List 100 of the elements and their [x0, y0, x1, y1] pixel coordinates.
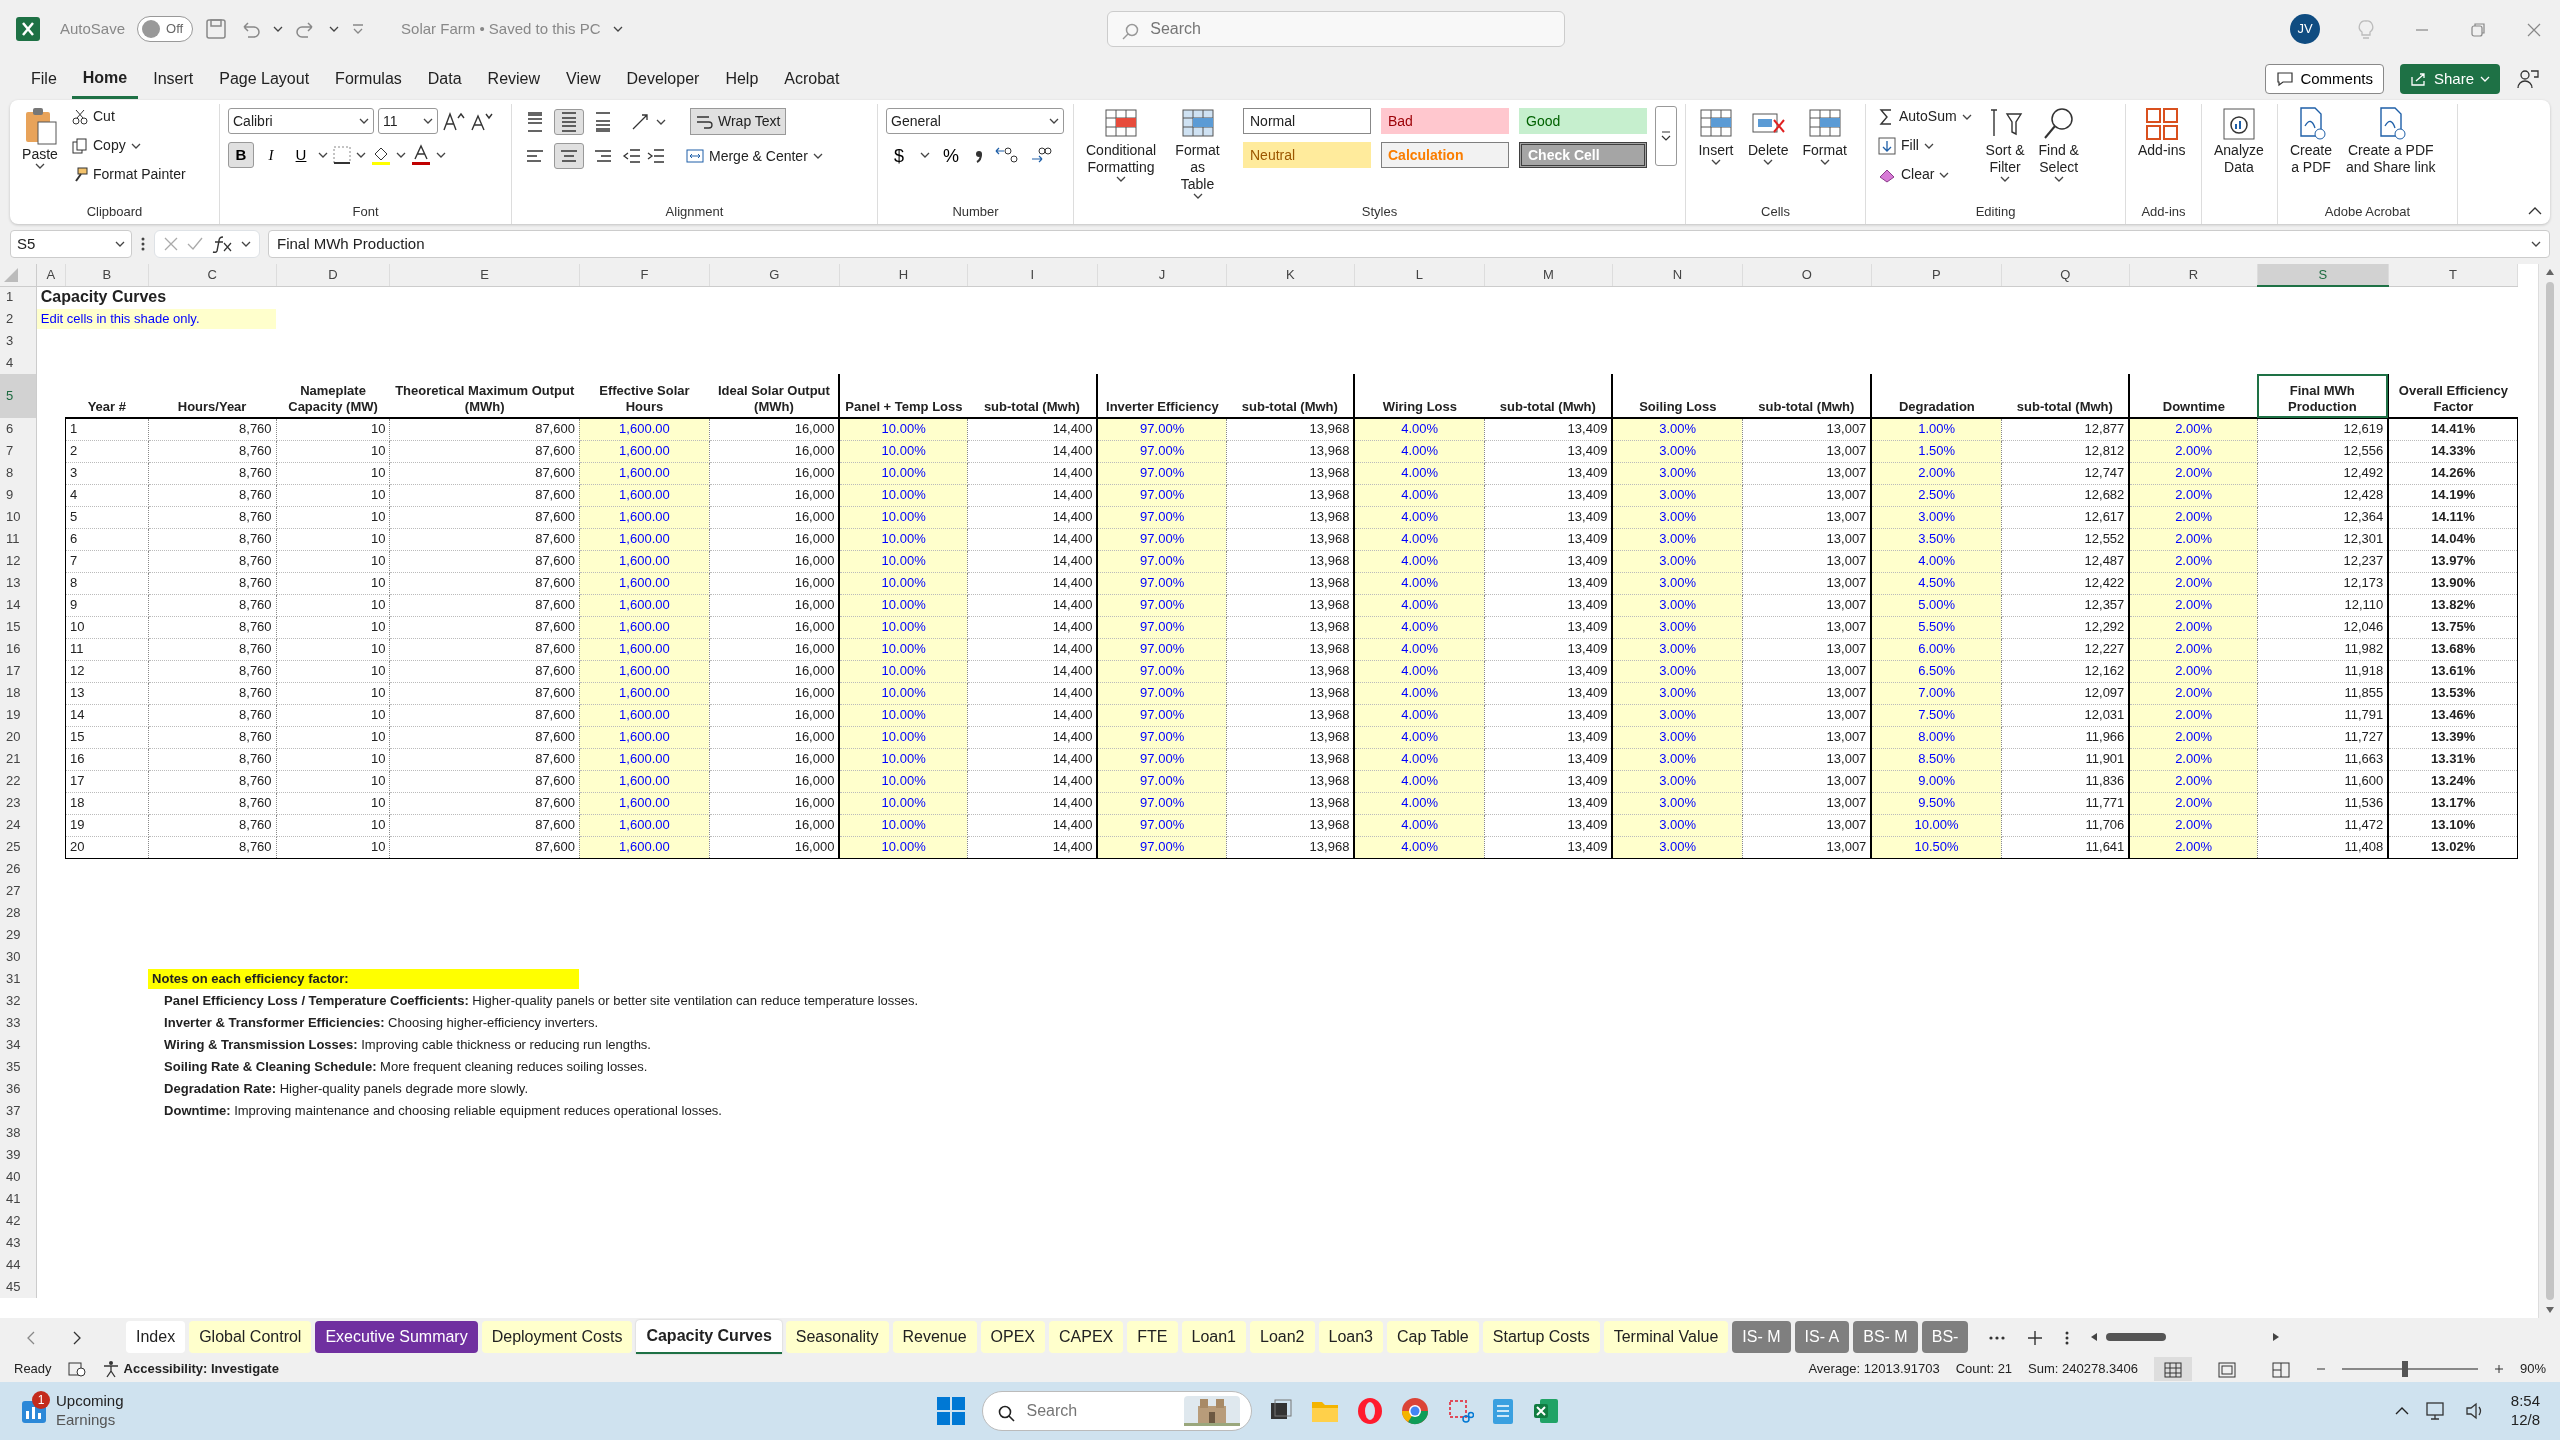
sheet-tab[interactable]: BS- [1921, 1321, 1969, 1353]
row-header[interactable]: 35 [0, 1056, 37, 1078]
column-header[interactable]: I [967, 264, 1098, 286]
column-header[interactable]: E [389, 264, 580, 286]
row-header[interactable]: 39 [0, 1144, 37, 1166]
customize-icon[interactable] [351, 22, 366, 36]
font-color-icon[interactable] [410, 144, 432, 166]
row-header[interactable]: 2 [0, 308, 37, 330]
sheet-tab[interactable]: Seasonality [785, 1321, 889, 1353]
format-toggle[interactable]: I [258, 142, 284, 168]
fill-button[interactable]: Fill [1874, 133, 1976, 158]
clear-button[interactable]: Clear [1874, 162, 1976, 187]
row-header[interactable]: 34 [0, 1034, 37, 1056]
column-header[interactable]: J [1097, 264, 1227, 286]
row-header[interactable]: 18 [0, 682, 37, 704]
column-header[interactable]: G [709, 264, 840, 286]
row-header[interactable]: 21 [0, 748, 37, 770]
prev-sheet-icon[interactable] [26, 1329, 36, 1346]
zoom-in-icon[interactable] [2493, 1364, 2504, 1374]
row-header[interactable]: 40 [0, 1166, 37, 1188]
column-header[interactable]: H [839, 264, 968, 286]
ribbon-tab[interactable]: Data [416, 61, 473, 97]
autosave-toggle[interactable]: Off [137, 16, 194, 42]
cell-style[interactable]: Bad [1381, 108, 1509, 134]
row-header[interactable]: 13 [0, 572, 37, 594]
align-button[interactable] [554, 143, 584, 169]
chrome-icon[interactable] [1399, 1396, 1430, 1426]
column-header[interactable]: A [36, 264, 66, 286]
chevron-up-icon[interactable] [2394, 1406, 2409, 1416]
row-header[interactable]: 42 [0, 1210, 37, 1232]
column-header[interactable]: F [579, 264, 710, 286]
user-avatar[interactable]: JV [2290, 14, 2320, 44]
widget-title[interactable]: Upcoming [56, 1392, 124, 1411]
ribbon-tab[interactable]: Review [476, 61, 552, 97]
analyze-data-button[interactable]: Analyze Data [2210, 104, 2268, 178]
sheet-tab[interactable]: Loan2 [1250, 1321, 1315, 1353]
row-header[interactable]: 36 [0, 1078, 37, 1100]
function-icon[interactable] [211, 235, 233, 253]
zoom-thumb[interactable] [2401, 1361, 2408, 1377]
grow-font-icon[interactable] [442, 110, 466, 132]
copy-button[interactable]: Copy [68, 133, 190, 158]
cut-button[interactable]: Cut [68, 104, 190, 129]
row-header[interactable]: 11 [0, 528, 37, 550]
cell-style[interactable]: Normal [1243, 108, 1371, 134]
more-sheets-icon[interactable] [1988, 1334, 2007, 1341]
row-header[interactable]: 9 [0, 484, 37, 506]
row-header[interactable]: 30 [0, 946, 37, 968]
row-header[interactable]: 24 [0, 814, 37, 836]
increase-decimal-icon[interactable] [994, 145, 1020, 165]
row-header[interactable]: 12 [0, 550, 37, 572]
row-header[interactable]: 37 [0, 1100, 37, 1122]
sheet-tab[interactable]: Global Control [189, 1321, 312, 1353]
column-header[interactable]: M [1484, 264, 1613, 286]
more-icon[interactable] [140, 235, 146, 253]
formula-field[interactable]: Final MWh Production [268, 230, 2550, 258]
column-header[interactable]: C [148, 264, 277, 286]
ribbon-tab[interactable]: Developer [615, 61, 711, 97]
row-header[interactable]: 16 [0, 638, 37, 660]
row-header[interactable]: 29 [0, 924, 37, 946]
format-as-table-button[interactable]: Format as Table [1166, 104, 1229, 201]
format-button[interactable]: Format [1798, 104, 1851, 167]
create-pdf-button[interactable]: Create a PDF [2286, 104, 2337, 178]
paste-button[interactable]: Paste [18, 104, 62, 171]
start-icon[interactable] [935, 1396, 966, 1426]
column-header[interactable]: S [2257, 264, 2389, 286]
column-header[interactable]: D [276, 264, 390, 286]
sheet-tab[interactable]: Terminal Value [1603, 1321, 1729, 1353]
ribbon-tab[interactable]: File [20, 61, 68, 97]
column-header[interactable]: K [1226, 264, 1355, 286]
sheet-tab[interactable]: FTE [1127, 1321, 1178, 1353]
borders-icon[interactable] [332, 145, 352, 165]
add-sheet-icon[interactable] [2026, 1328, 2045, 1347]
sort-filter-button[interactable]: Sort & Filter [1981, 104, 2029, 184]
font-size-dropdown[interactable]: 11 [378, 108, 438, 134]
add-ins-button[interactable]: Add-ins [2134, 104, 2190, 161]
align-button[interactable] [554, 108, 584, 135]
format-toggle[interactable]: B [228, 142, 254, 168]
column-header[interactable]: R [2129, 264, 2258, 286]
row-header[interactable]: 19 [0, 704, 37, 726]
ribbon-tab[interactable]: Insert [142, 61, 205, 97]
save-icon[interactable] [205, 18, 228, 40]
sheet-tab[interactable]: CAPEX [1049, 1321, 1124, 1353]
cell-style[interactable]: Good [1519, 108, 1647, 134]
row-header[interactable]: 26 [0, 858, 37, 880]
collapse-icon[interactable] [2528, 206, 2542, 216]
number-format-dropdown[interactable]: General [886, 108, 1064, 134]
format-toggle[interactable]: U [288, 142, 314, 168]
sheet-tab[interactable]: IS- A [1794, 1321, 1850, 1353]
currency-button[interactable]: $ [886, 142, 912, 168]
row-header[interactable]: 23 [0, 792, 37, 814]
sheet-tab[interactable]: Loan1 [1181, 1321, 1246, 1353]
sheet-tab[interactable]: BS- M [1853, 1321, 1918, 1353]
sheet-tab[interactable]: Revenue [892, 1321, 977, 1353]
decrease-indent-icon[interactable] [622, 146, 642, 166]
row-header[interactable]: 17 [0, 660, 37, 682]
clock-date[interactable]: 12/8 [2510, 1411, 2540, 1430]
sheet-tab[interactable]: IS- M [1732, 1321, 1791, 1353]
sheet-tab[interactable]: Loan3 [1318, 1321, 1383, 1353]
comments-button[interactable]: Comments [2265, 63, 2384, 95]
clock-time[interactable]: 8:54 [2510, 1392, 2540, 1411]
